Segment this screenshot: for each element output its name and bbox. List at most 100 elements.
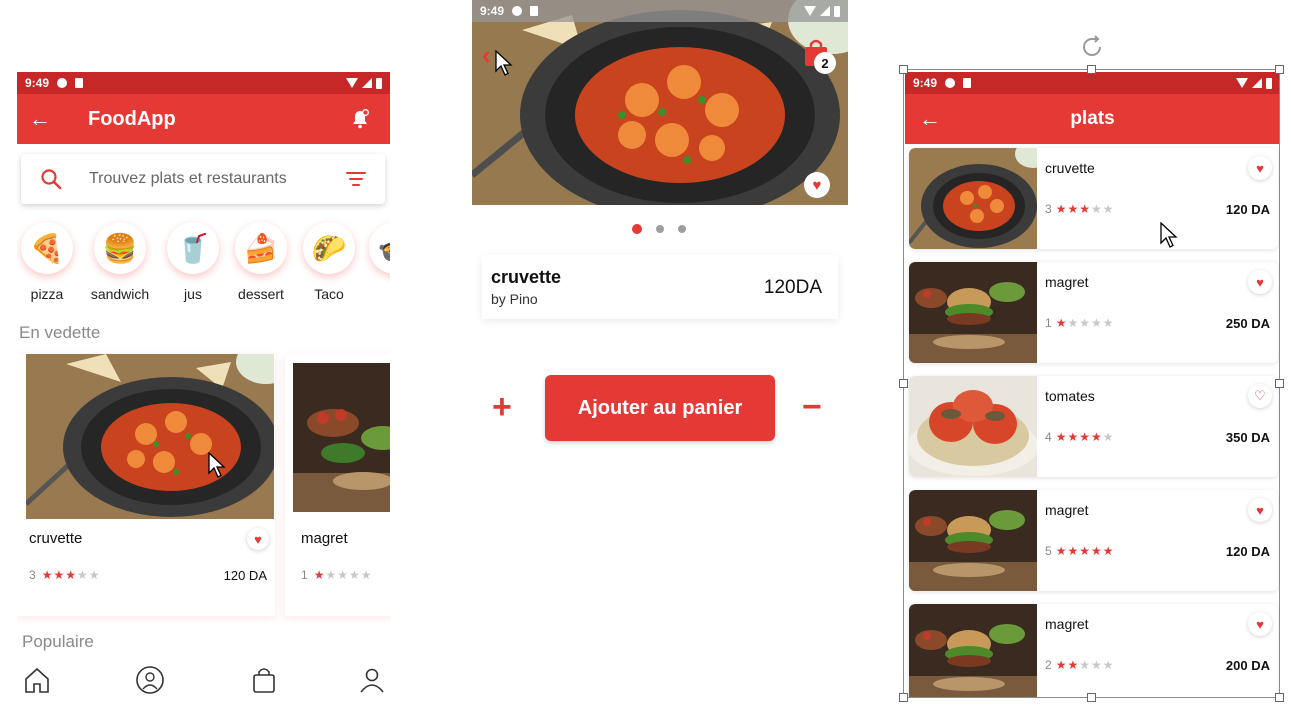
increase-quantity-button[interactable]: + <box>492 390 512 424</box>
favorite-heart-icon[interactable]: ♥ <box>804 172 830 198</box>
status-time: 9:49 <box>913 76 938 90</box>
app-bar: ← plats <box>905 94 1280 144</box>
rating: 1 ★★★★★ <box>301 568 372 582</box>
list-item[interactable]: magret ♥ 2 ★★★★★ 200 DA <box>909 604 1278 698</box>
list-item[interactable]: magret ♥ 5 ★★★★★ 120 DA <box>909 490 1278 591</box>
category-label: Taco <box>314 286 344 302</box>
category-jus[interactable]: 🥤 jus <box>161 222 225 302</box>
rating: 2 ★★★★★ <box>1045 658 1114 672</box>
status-bar: 9:49 <box>17 72 390 94</box>
status-time: 9:49 <box>480 4 505 18</box>
category-dessert[interactable]: 🍰 dessert <box>229 222 293 302</box>
food-photo-shrimp <box>26 354 274 519</box>
favorite-heart-icon[interactable]: ♡ <box>1248 384 1272 408</box>
food-photo-burger <box>293 363 390 512</box>
signal-icon <box>362 78 372 88</box>
profile-icon[interactable] <box>357 665 387 695</box>
battery-icon <box>1266 77 1272 89</box>
wifi-icon <box>346 78 358 88</box>
chef-icon[interactable] <box>135 665 165 695</box>
bottom-navigation <box>17 657 390 707</box>
rating-value: 1 <box>301 568 308 582</box>
battery-icon <box>376 77 382 89</box>
food-photo-burger <box>909 490 1037 591</box>
category-partial[interactable]: 🍲 p <box>363 222 390 302</box>
bag-icon[interactable] <box>249 665 279 695</box>
dish-info-card: cruvette by Pino 120DA <box>482 255 838 319</box>
status-time: 9:49 <box>25 76 50 90</box>
rating-stars: ★★★★★ <box>1055 316 1115 330</box>
rating-value: 3 <box>1045 202 1052 216</box>
resize-handle[interactable] <box>1275 693 1284 702</box>
mouse-cursor-icon <box>495 50 513 76</box>
pizza-icon: 🍕 <box>21 222 73 274</box>
favorite-heart-icon[interactable]: ♥ <box>1248 612 1272 636</box>
featured-card[interactable]: cruvette ♥ 3 ★★★★★ 120 DA <box>17 354 275 616</box>
sd-card-icon <box>75 78 84 88</box>
section-popular-title: Populaire <box>22 632 94 651</box>
resize-handle[interactable] <box>899 65 908 74</box>
category-sandwich[interactable]: 🍔 sandwich <box>88 222 152 302</box>
dish-price: 250 DA <box>1225 316 1270 331</box>
rotate-icon[interactable] <box>1080 35 1104 59</box>
favorite-heart-icon[interactable]: ♥ <box>1248 270 1272 294</box>
carousel-indicator <box>632 224 686 234</box>
plats-screen: 9:49 ← plats cruvette ♥ 3 ★★★★★ 120 DA magret… <box>905 72 1280 698</box>
favorite-heart-icon[interactable]: ♥ <box>1248 156 1272 180</box>
favorite-heart-icon[interactable]: ♥ <box>1248 498 1272 522</box>
battery-icon <box>834 5 840 17</box>
favorite-heart-icon[interactable]: ♥ <box>247 528 269 550</box>
category-label: jus <box>184 286 202 302</box>
rating: 3 ★★★★★ <box>29 568 100 582</box>
rating-value: 5 <box>1045 544 1052 558</box>
resize-handle[interactable] <box>899 379 908 388</box>
list-item[interactable]: magret ♥ 1 ★★★★★ 250 DA <box>909 262 1278 363</box>
rating-value: 4 <box>1045 430 1052 444</box>
rating: 4 ★★★★★ <box>1045 430 1114 444</box>
food-photo-shrimp <box>909 148 1037 249</box>
carousel-dot[interactable] <box>678 225 686 233</box>
list-item[interactable]: cruvette ♥ 3 ★★★★★ 120 DA <box>909 148 1278 249</box>
app-notification-icon <box>512 6 523 16</box>
notification-bell-icon[interactable] <box>350 109 370 129</box>
category-taco[interactable]: 🌮 Taco <box>297 222 361 302</box>
rating-stars: ★★★★★ <box>41 568 101 582</box>
back-arrow-icon[interactable]: ← <box>17 106 63 132</box>
back-chevron-icon[interactable]: ‹ <box>482 40 491 71</box>
featured-card[interactable]: magret 1 ★★★★★ <box>285 354 390 616</box>
rating-stars: ★★★★★ <box>1055 202 1115 216</box>
app-notification-icon <box>57 78 68 88</box>
page-title: plats <box>1070 108 1115 129</box>
resize-handle[interactable] <box>899 693 908 702</box>
status-bar: 9:49 <box>472 0 848 22</box>
resize-handle[interactable] <box>1087 693 1096 702</box>
carousel-dot[interactable] <box>656 225 664 233</box>
rating-stars: ★★★★★ <box>1055 658 1115 672</box>
status-bar: 9:49 <box>905 72 1280 94</box>
food-photo-tomato <box>909 376 1037 477</box>
dish-price: 120 DA <box>223 568 267 583</box>
dessert-icon: 🍰 <box>235 222 287 274</box>
rating-stars: ★★★★★ <box>1055 544 1115 558</box>
detail-screen: 9:49 ‹ 2 ♥ cruvette by Pino 120DA + Ajou… <box>472 0 848 708</box>
sd-card-icon <box>530 6 539 16</box>
cart-count-badge: 2 <box>814 52 836 74</box>
carousel-dot-active[interactable] <box>632 224 642 234</box>
food-photo-burger <box>909 604 1037 698</box>
category-pizza[interactable]: 🍕 pizza <box>17 222 79 302</box>
home-icon[interactable] <box>22 665 52 695</box>
category-label: dessert <box>238 286 284 302</box>
add-to-cart-button[interactable]: Ajouter au panier <box>545 375 775 441</box>
rating: 5 ★★★★★ <box>1045 544 1114 558</box>
decrease-quantity-button[interactable]: − <box>802 390 822 424</box>
rating-value: 1 <box>1045 316 1052 330</box>
search-input[interactable]: Trouvez plats et restaurants <box>81 170 327 188</box>
resize-handle[interactable] <box>1087 65 1096 74</box>
filter-icon[interactable] <box>327 172 385 186</box>
list-item[interactable]: tomates ♡ 4 ★★★★★ 350 DA <box>909 376 1278 477</box>
search-bar[interactable]: Trouvez plats et restaurants <box>21 154 385 204</box>
category-label: sandwich <box>90 286 150 302</box>
hero-photo-shrimp <box>472 0 848 205</box>
resize-handle[interactable] <box>1275 379 1284 388</box>
resize-handle[interactable] <box>1275 65 1284 74</box>
